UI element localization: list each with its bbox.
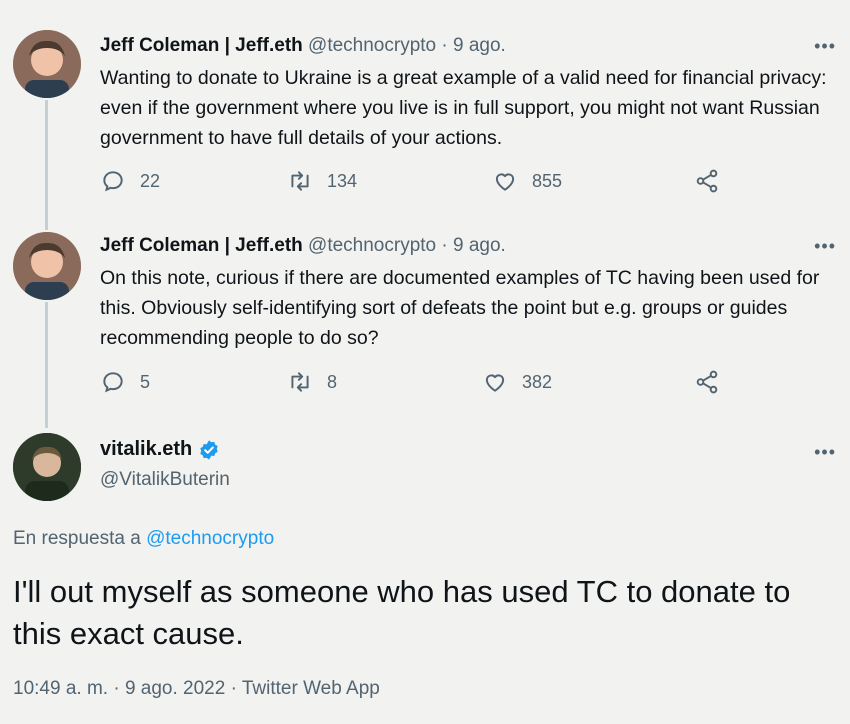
main-author-name[interactable]: vitalik.eth	[100, 438, 220, 461]
more-icon[interactable]: •••	[814, 236, 836, 257]
main-tweet-text: I'll out myself as someone who has used …	[13, 574, 791, 651]
retweet-button[interactable]: 134	[287, 168, 357, 194]
retweet-count: 134	[327, 170, 358, 191]
separator: ·	[441, 35, 448, 56]
share-button[interactable]	[694, 369, 720, 395]
more-icon[interactable]: •••	[814, 36, 836, 57]
retweet-count: 8	[327, 371, 338, 392]
tweet[interactable]: Jeff Coleman | Jeff.eth @technocrypto · …	[0, 220, 850, 420]
share-icon	[696, 370, 718, 394]
reply-icon	[103, 171, 123, 192]
tweet-date[interactable]: 9 ago.	[453, 35, 506, 56]
tweet-header: Jeff Coleman | Jeff.eth @technocrypto · …	[100, 35, 506, 57]
retweet-button[interactable]: 8	[287, 369, 337, 395]
like-count: 855	[532, 170, 563, 191]
share-icon	[696, 169, 718, 193]
separator: ·	[441, 235, 448, 256]
avatar[interactable]	[13, 232, 81, 300]
like-icon	[485, 374, 505, 392]
more-icon[interactable]: •••	[814, 442, 836, 463]
retweet-icon	[291, 372, 309, 392]
tweet-actions: 5 8 382	[100, 369, 740, 399]
reply-button[interactable]: 5	[100, 369, 150, 395]
share-button[interactable]	[694, 168, 720, 194]
tweet-text: On this note, curious if there are docum…	[100, 267, 820, 349]
author-handle[interactable]: @technocrypto	[308, 35, 436, 56]
like-button[interactable]: 855	[492, 168, 562, 194]
reply-icon	[103, 372, 123, 393]
like-button[interactable]: 382	[482, 369, 552, 395]
reply-context: En respuesta a @technocrypto	[13, 528, 274, 550]
retweet-icon	[291, 171, 309, 191]
reply-button[interactable]: 22	[100, 168, 160, 194]
verified-badge-icon	[200, 439, 218, 460]
author-handle[interactable]: @VitalikButerin	[100, 469, 230, 491]
like-icon	[495, 173, 515, 191]
tweet-actions: 22 134 855	[100, 168, 740, 198]
author-handle[interactable]: @technocrypto	[308, 235, 436, 256]
author-name[interactable]: Jeff Coleman | Jeff.eth	[100, 35, 303, 56]
avatar[interactable]	[13, 30, 81, 98]
tweet-metadata[interactable]: 10:49 a. m. · 9 ago. 2022 · Twitter Web …	[13, 678, 380, 700]
reply-count: 5	[140, 371, 151, 392]
reply-mention-link[interactable]: @technocrypto	[146, 528, 274, 549]
tweet[interactable]: Jeff Coleman | Jeff.eth @technocrypto · …	[0, 0, 850, 220]
tweet-header: Jeff Coleman | Jeff.eth @technocrypto · …	[100, 235, 506, 257]
reply-count: 22	[140, 170, 161, 191]
author-name[interactable]: Jeff Coleman | Jeff.eth	[100, 235, 303, 256]
tweet-text: Wanting to donate to Ukraine is a great …	[100, 67, 827, 149]
tweet-date[interactable]: 9 ago.	[453, 235, 506, 256]
like-count: 382	[522, 371, 553, 392]
avatar[interactable]	[13, 433, 81, 501]
author-name[interactable]: vitalik.eth	[100, 438, 192, 461]
reply-prefix: En respuesta a	[13, 528, 141, 549]
